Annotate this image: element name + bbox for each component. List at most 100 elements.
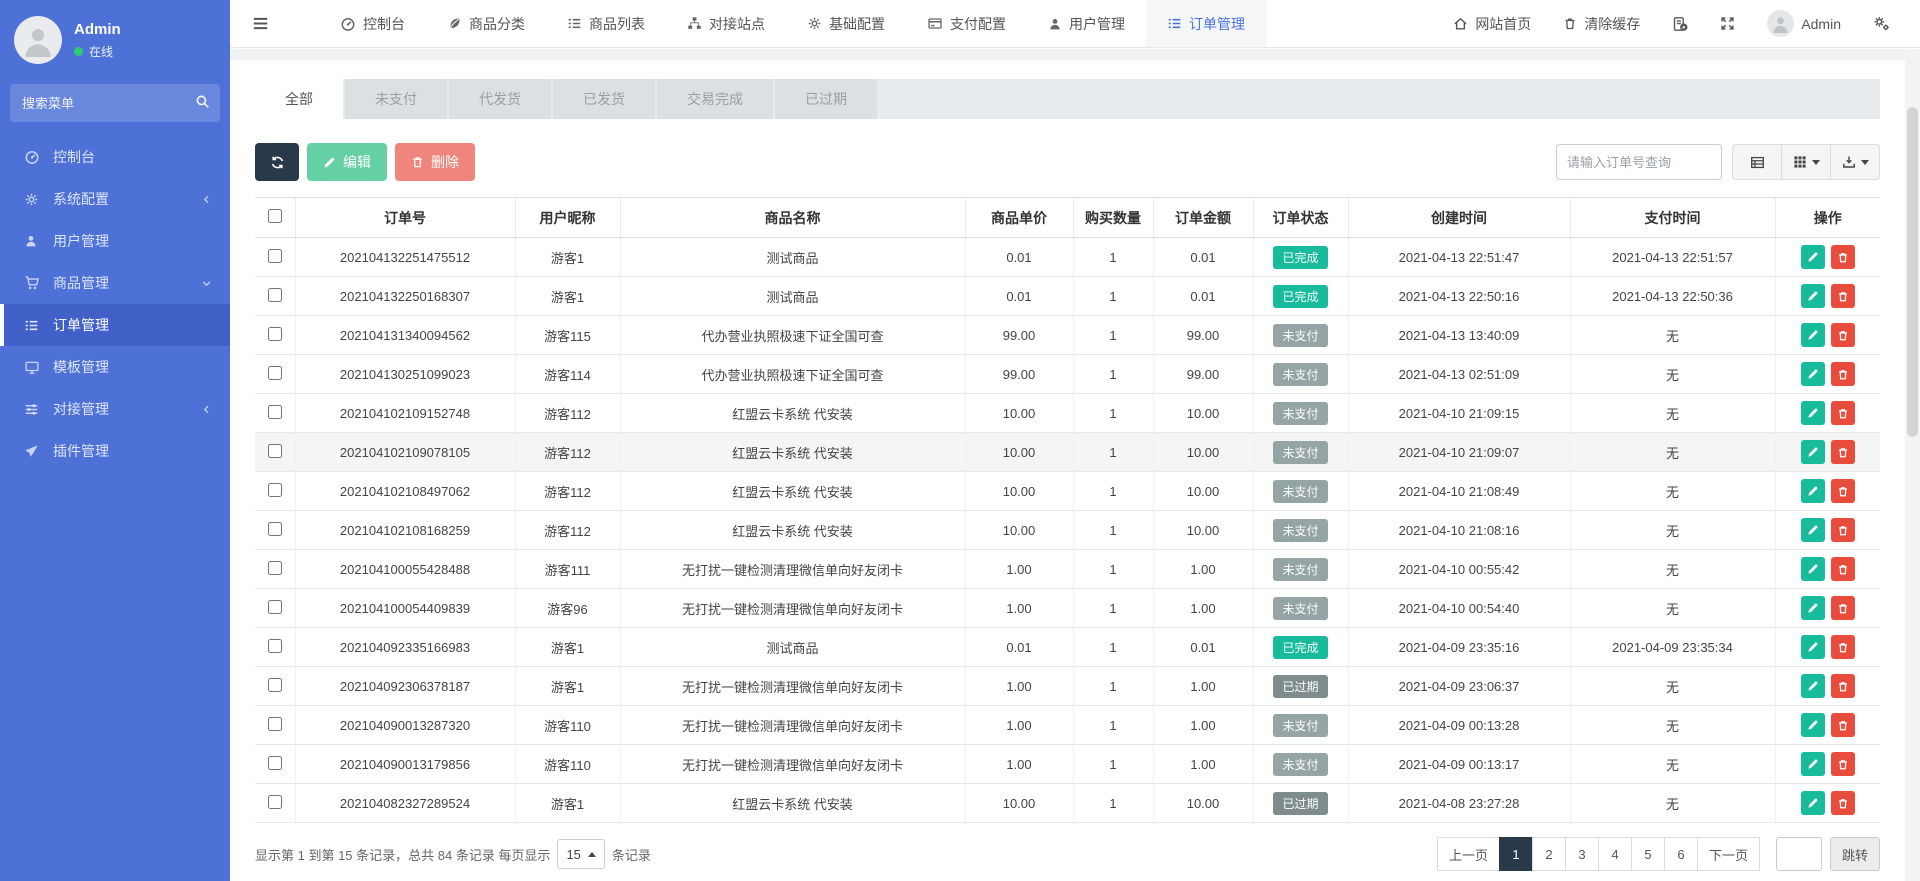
- status-tab-2[interactable]: 未支付: [345, 79, 447, 119]
- navbar-user[interactable]: Admin: [1751, 0, 1857, 47]
- row-checkbox[interactable]: [268, 600, 282, 614]
- row-checkbox[interactable]: [268, 405, 282, 419]
- row-edit-button[interactable]: [1801, 323, 1825, 347]
- row-delete-button[interactable]: [1831, 401, 1855, 425]
- row-delete-button[interactable]: [1831, 323, 1855, 347]
- nav-tab-4[interactable]: 对接站点: [666, 0, 786, 47]
- order-search-input[interactable]: [1556, 144, 1722, 180]
- fullscreen-button[interactable]: [1704, 0, 1751, 47]
- row-delete-button[interactable]: [1831, 479, 1855, 503]
- sidebar-item-1[interactable]: 控制台: [0, 136, 230, 178]
- nav-tab-5[interactable]: 基础配置: [786, 0, 906, 47]
- sidebar-item-5[interactable]: 订单管理: [0, 304, 230, 346]
- page-button-5[interactable]: 5: [1631, 837, 1665, 871]
- nav-tab-7[interactable]: 用户管理: [1027, 0, 1146, 47]
- row-checkbox[interactable]: [268, 249, 282, 263]
- row-checkbox[interactable]: [268, 327, 282, 341]
- next-page-button[interactable]: 下一页: [1697, 837, 1760, 871]
- sidebar-item-4[interactable]: 商品管理: [0, 262, 230, 304]
- nav-tab-2[interactable]: 商品分类: [426, 0, 546, 47]
- nav-tab-1[interactable]: 控制台: [319, 0, 426, 47]
- export-dropdown-button[interactable]: [1830, 144, 1880, 180]
- row-edit-button[interactable]: [1801, 245, 1825, 269]
- refresh-button[interactable]: [255, 143, 299, 181]
- row-edit-button[interactable]: [1801, 518, 1825, 542]
- row-delete-button[interactable]: [1831, 713, 1855, 737]
- row-delete-button[interactable]: [1831, 674, 1855, 698]
- page-button-4[interactable]: 4: [1598, 837, 1632, 871]
- status-tab-4[interactable]: 已发货: [553, 79, 655, 119]
- nav-tab-8[interactable]: 订单管理: [1146, 0, 1266, 47]
- page-button-6[interactable]: 6: [1664, 837, 1698, 871]
- row-checkbox[interactable]: [268, 366, 282, 380]
- sidebar-item-8[interactable]: 插件管理: [0, 430, 230, 472]
- row-delete-button[interactable]: [1831, 596, 1855, 620]
- row-edit-button[interactable]: [1801, 752, 1825, 776]
- row-edit-button[interactable]: [1801, 362, 1825, 386]
- row-checkbox[interactable]: [268, 561, 282, 575]
- row-edit-button[interactable]: [1801, 557, 1825, 581]
- scrollbar-thumb[interactable]: [1907, 107, 1918, 437]
- row-checkbox[interactable]: [268, 717, 282, 731]
- row-checkbox[interactable]: [268, 639, 282, 653]
- prev-page-button[interactable]: 上一页: [1437, 837, 1500, 871]
- row-checkbox[interactable]: [268, 795, 282, 809]
- row-checkbox[interactable]: [268, 678, 282, 692]
- page-button-1[interactable]: 1: [1499, 837, 1533, 871]
- row-edit-button[interactable]: [1801, 635, 1825, 659]
- sidebar-toggle-icon[interactable]: [230, 0, 291, 47]
- detail-view-button[interactable]: [1732, 144, 1782, 180]
- row-edit-button[interactable]: [1801, 440, 1825, 464]
- status-tab-1[interactable]: 全部: [255, 76, 343, 122]
- sidebar-item-2[interactable]: 系统配置: [0, 178, 230, 220]
- sidebar-item-3[interactable]: 用户管理: [0, 220, 230, 262]
- status-tab-6[interactable]: 已过期: [775, 79, 877, 119]
- page-size-select[interactable]: 15: [557, 839, 604, 869]
- row-checkbox[interactable]: [268, 444, 282, 458]
- columns-dropdown-button[interactable]: [1781, 144, 1831, 180]
- row-checkbox[interactable]: [268, 756, 282, 770]
- status-tab-5[interactable]: 交易完成: [657, 79, 773, 119]
- page-button-2[interactable]: 2: [1532, 837, 1566, 871]
- nav-tab-3[interactable]: 商品列表: [546, 0, 666, 47]
- row-delete-button[interactable]: [1831, 752, 1855, 776]
- row-delete-button[interactable]: [1831, 362, 1855, 386]
- row-delete-button[interactable]: [1831, 284, 1855, 308]
- row-checkbox[interactable]: [268, 522, 282, 536]
- edit-button[interactable]: 编辑: [307, 143, 387, 181]
- row-edit-button[interactable]: [1801, 284, 1825, 308]
- row-delete-button[interactable]: [1831, 518, 1855, 542]
- row-edit-button[interactable]: [1801, 713, 1825, 737]
- row-delete-button[interactable]: [1831, 557, 1855, 581]
- row-checkbox[interactable]: [268, 483, 282, 497]
- refresh-page-button[interactable]: [1656, 0, 1704, 47]
- row-delete-button[interactable]: [1831, 440, 1855, 464]
- settings-button[interactable]: [1857, 0, 1906, 47]
- scrollbar-track[interactable]: [1905, 49, 1920, 881]
- row-delete-button[interactable]: [1831, 245, 1855, 269]
- row-actions: [1776, 596, 1881, 620]
- page-button-3[interactable]: 3: [1565, 837, 1599, 871]
- status-tab-3[interactable]: 代发货: [449, 79, 551, 119]
- page-jump-input[interactable]: [1776, 837, 1822, 871]
- row-delete-button[interactable]: [1831, 635, 1855, 659]
- site-home-link[interactable]: 网站首页: [1437, 0, 1547, 47]
- menu-search-input[interactable]: [10, 84, 220, 122]
- delete-button[interactable]: 删除: [395, 143, 475, 181]
- select-all-checkbox[interactable]: [268, 209, 282, 223]
- row-edit-button[interactable]: [1801, 791, 1825, 815]
- row-checkbox[interactable]: [268, 288, 282, 302]
- row-delete-button[interactable]: [1831, 791, 1855, 815]
- clear-cache-link[interactable]: 清除缓存: [1547, 0, 1656, 47]
- sidebar-item-6[interactable]: 模板管理: [0, 346, 230, 388]
- sidebar-item-7[interactable]: 对接管理: [0, 388, 230, 430]
- nav-tab-6[interactable]: 支付配置: [906, 0, 1027, 47]
- row-edit-button[interactable]: [1801, 674, 1825, 698]
- row-edit-button[interactable]: [1801, 401, 1825, 425]
- search-icon[interactable]: [195, 94, 210, 109]
- row-edit-button[interactable]: [1801, 596, 1825, 620]
- sidebar-item-label: 控制台: [53, 147, 95, 167]
- page-jump-button[interactable]: 跳转: [1830, 837, 1880, 871]
- avatar[interactable]: [14, 16, 62, 64]
- row-edit-button[interactable]: [1801, 479, 1825, 503]
